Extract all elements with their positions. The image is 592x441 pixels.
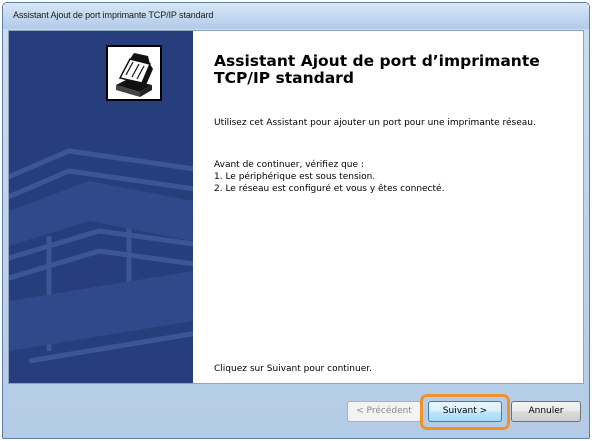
cancel-button[interactable]: Annuler — [511, 401, 581, 422]
title-bar[interactable]: Assistant Ajout de port imprimante TCP/I… — [3, 3, 589, 29]
wizard-content: Assistant Ajout de port d’imprimante TCP… — [8, 30, 584, 384]
wizard-window: Assistant Ajout de port imprimante TCP/I… — [2, 2, 590, 439]
continue-hint: Cliquez sur Suivant pour continuer. — [214, 364, 372, 374]
wizard-main-area: Assistant Ajout de port d’imprimante TCP… — [214, 31, 583, 383]
prerequisite-item-1: 1. Le périphérique est sous tension. — [214, 172, 376, 182]
wizard-side-panel — [9, 31, 193, 383]
button-bar: < Précédent Suivant > Annuler — [8, 388, 584, 434]
window-title: Assistant Ajout de port imprimante TCP/I… — [13, 10, 214, 20]
printer-watermark-illustration — [9, 148, 193, 364]
prerequisites-label: Avant de continuer, vérifiez que : — [214, 160, 364, 170]
next-button[interactable]: Suivant > — [428, 401, 502, 422]
wizard-heading: Assistant Ajout de port d’imprimante TCP… — [214, 52, 540, 87]
previous-button[interactable]: < Précédent — [347, 401, 421, 422]
prerequisite-item-2: 2. Le réseau est configuré et vous y ête… — [214, 184, 445, 194]
intro-text: Utilisez cet Assistant pour ajouter un p… — [214, 118, 536, 128]
printer-port-wizard-icon — [106, 45, 162, 101]
